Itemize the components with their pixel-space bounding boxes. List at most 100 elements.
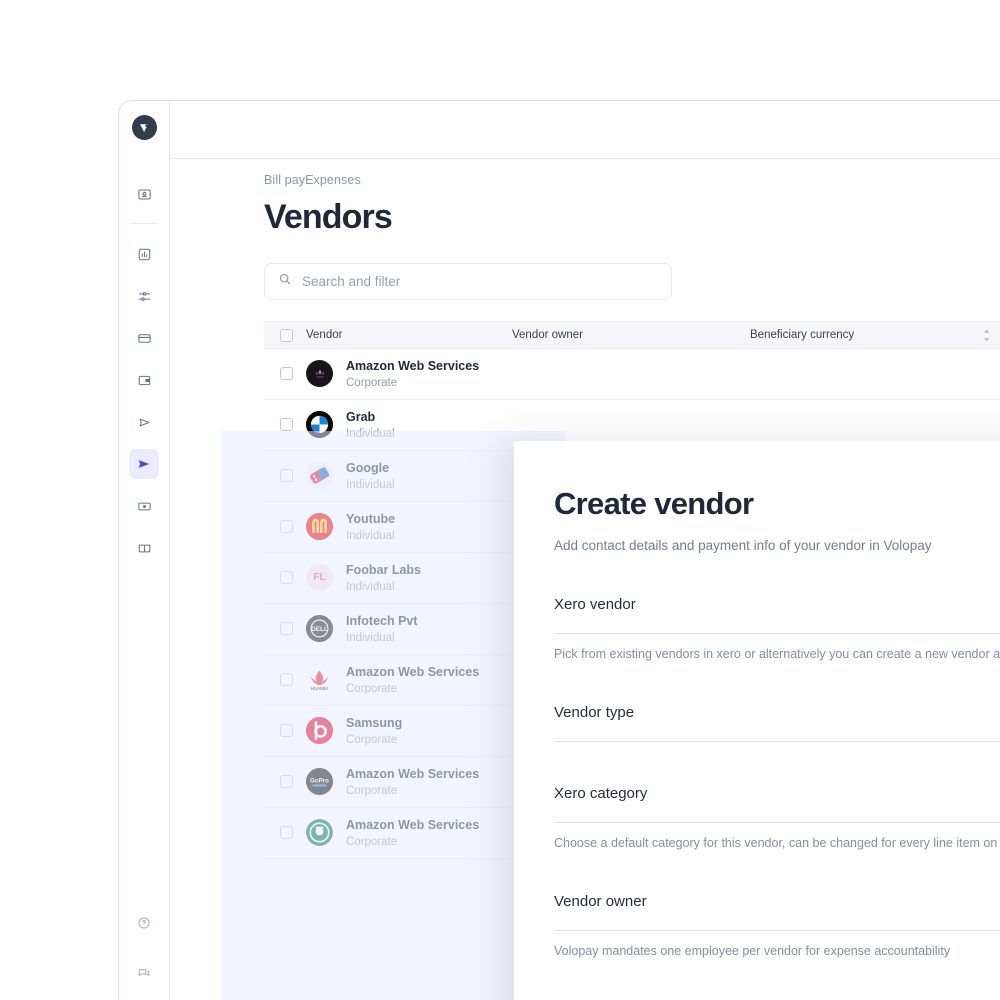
vendor-type: Corporate: [346, 733, 398, 746]
send-filled-icon: [136, 456, 152, 472]
book-icon: [137, 541, 152, 556]
field-input[interactable]: [554, 930, 1000, 931]
modal-subtitle: Add contact details and payment info of …: [554, 538, 932, 553]
column-header-total-spend[interactable]: Total spend: [982, 329, 1000, 342]
column-header-beneficiary-currency[interactable]: Beneficiary currency: [750, 329, 982, 341]
sidebar-item-settings[interactable]: [129, 281, 159, 311]
svg-text:GoPro: GoPro: [310, 778, 329, 785]
row-checkbox[interactable]: [280, 571, 293, 585]
sidebar-item-bill-pay[interactable]: [129, 449, 159, 479]
select-all-checkbox[interactable]: [280, 328, 293, 342]
sliders-icon: [137, 289, 152, 304]
vendor-text: Foobar Labs Individual: [346, 561, 421, 596]
amazon-logo: [306, 360, 333, 388]
row-checkbox[interactable]: [280, 673, 293, 687]
sidebar-item-expenses[interactable]: [129, 491, 159, 521]
row-checkbox[interactable]: [280, 520, 293, 534]
id-card-icon: [137, 187, 152, 202]
cell-vendor: Grab Individual: [264, 408, 512, 443]
vendor-text: Amazon Web Services Corporate: [346, 816, 479, 851]
cell-vendor: Samsung Corporate: [264, 714, 512, 749]
form-field: Vendor owner Volopay mandates one employe…: [554, 893, 1000, 958]
cell-vendor: Amazon Web Services Corporate: [264, 816, 512, 851]
google-logo: [306, 462, 333, 490]
table-header-row: Vendor Vendor owner Beneficiary currency…: [264, 321, 1000, 349]
vendor-type: Corporate: [346, 835, 398, 848]
sidebar-item-cards[interactable]: [129, 323, 159, 353]
sidebar: [119, 101, 170, 1000]
search-placeholder: Search and filter: [302, 274, 401, 289]
field-label: Xero vendor: [554, 596, 636, 613]
vendor-name: Grab: [346, 409, 376, 424]
vendor-name: Infotech Pvt: [346, 613, 418, 628]
sidebar-item-help[interactable]: [129, 908, 159, 938]
field-input[interactable]: [554, 822, 1000, 823]
search-input[interactable]: Search and filter: [264, 263, 672, 300]
sidebar-item-analytics[interactable]: [129, 239, 159, 269]
sidebar-item-accounts[interactable]: [129, 365, 159, 395]
vendor-type: Corporate: [346, 376, 398, 389]
youtube-logo: [306, 513, 333, 541]
row-checkbox[interactable]: [280, 622, 293, 636]
field-label: Vendor type: [554, 704, 635, 721]
create-vendor-panel: Create vendor Add contact details and pa…: [514, 441, 1000, 1000]
field-label: Xero category: [554, 785, 648, 802]
svg-text:HUAWEI: HUAWEI: [311, 686, 328, 691]
breadcrumb[interactable]: Bill payExpenses: [264, 173, 1000, 187]
sidebar-item-payouts[interactable]: [129, 407, 159, 437]
table-row[interactable]: Amazon Web Services Corporate: [264, 349, 1000, 400]
field-hint: Pick from existing vendors in xero or al…: [554, 647, 1000, 661]
sidebar-item-contacts[interactable]: [129, 179, 159, 209]
vendor-name: Amazon Web Services: [346, 817, 480, 832]
vendor-text: Infotech Pvt Individual: [346, 612, 418, 647]
vendor-name: Samsung: [346, 715, 403, 730]
column-header-vendor-owner[interactable]: Vendor owner: [512, 329, 750, 341]
vendor-text: Amazon Web Services Corporate: [346, 765, 479, 800]
search-icon: [278, 272, 292, 291]
form-field: Vendor type: [554, 704, 1000, 742]
modal-title: Create vendor: [554, 486, 754, 521]
chat-icon: [137, 966, 151, 980]
starbucks-logo: [306, 819, 333, 847]
app-window: Bill payExpenses Vendors Search and filt…: [118, 100, 1000, 1000]
grab-logo: [306, 411, 333, 439]
form-field: Xero vendor Pick from existing vendors in…: [554, 596, 1000, 661]
sidebar-divider: [130, 223, 158, 224]
vendor-text: Samsung Corporate: [346, 714, 402, 749]
form-field: Xero category Choose a default category f…: [554, 785, 1000, 850]
volopay-logo[interactable]: [131, 115, 157, 140]
sidebar-item-ledger[interactable]: [129, 533, 159, 563]
top-bar: [170, 101, 1000, 159]
huawei-logo: HUAWEI: [306, 666, 333, 694]
page-title: Vendors: [264, 198, 393, 236]
sidebar-item-chat[interactable]: [129, 958, 159, 988]
column-header-vendor[interactable]: Vendor: [264, 328, 512, 342]
vendor-type: Individual: [346, 478, 395, 491]
row-checkbox[interactable]: [280, 469, 293, 483]
cell-vendor: Google Individual: [264, 459, 512, 494]
column-label-vendor: Vendor: [306, 329, 343, 341]
send-outline-icon: [137, 415, 152, 430]
vendor-type: Corporate: [346, 784, 398, 797]
row-checkbox[interactable]: [280, 826, 293, 840]
sort-icon[interactable]: [982, 329, 991, 342]
cell-vendor: Youtube Individual: [264, 510, 512, 545]
sidebar-nav-bottom: [119, 898, 169, 998]
vendor-name: Amazon Web Services: [346, 358, 480, 373]
dell-logo: DELL: [306, 615, 333, 643]
vendor-text: Grab Individual: [346, 408, 395, 443]
beats-logo: [306, 717, 333, 745]
sidebar-nav-top: [119, 173, 169, 569]
row-checkbox[interactable]: [280, 724, 293, 738]
cell-vendor: Amazon Web Services Corporate: [264, 357, 512, 392]
vendor-type: Individual: [346, 427, 395, 440]
field-input[interactable]: [554, 633, 1000, 634]
bar-chart-icon: [137, 247, 152, 262]
row-checkbox[interactable]: [280, 367, 293, 381]
vendor-name: Google: [346, 460, 390, 475]
help-circle-icon: [137, 916, 151, 930]
field-input[interactable]: [554, 741, 1000, 742]
cell-vendor: FL Foobar Labs Individual: [264, 561, 512, 596]
row-checkbox[interactable]: [280, 418, 293, 432]
row-checkbox[interactable]: [280, 775, 293, 789]
